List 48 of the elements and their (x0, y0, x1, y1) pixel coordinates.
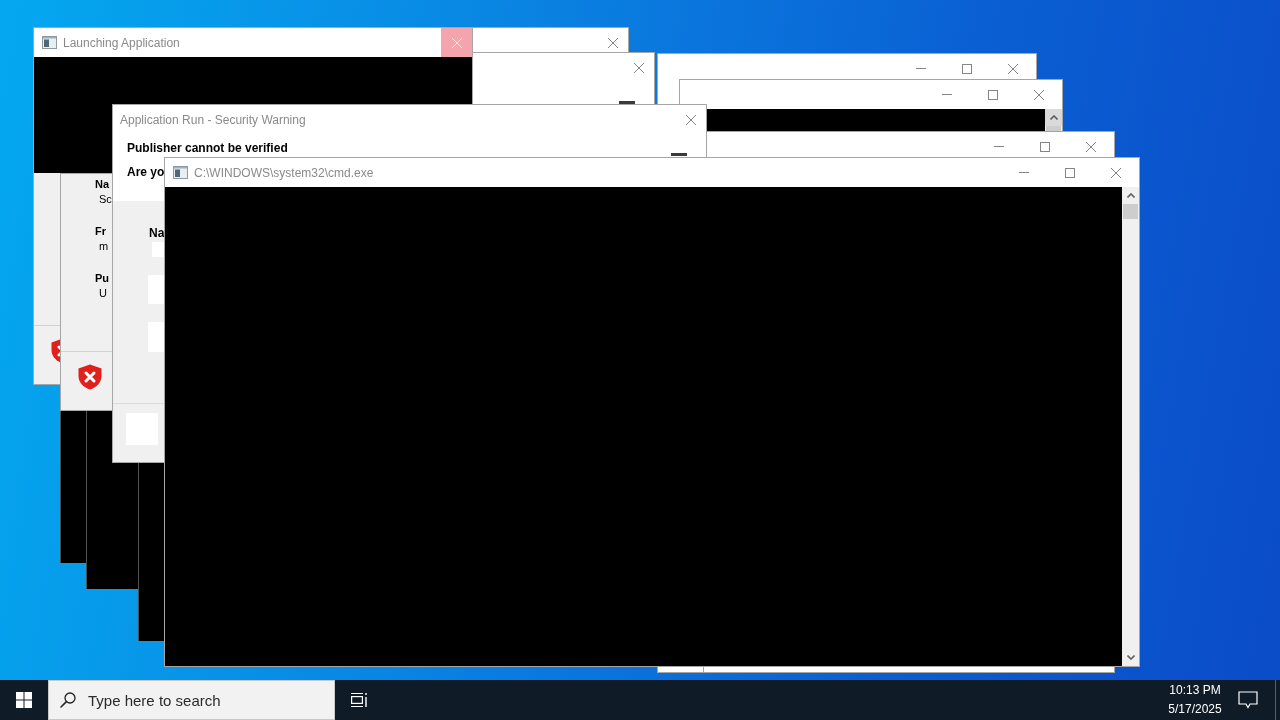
maximize-icon (1065, 167, 1075, 178)
shield-icon (78, 364, 102, 390)
close-icon (451, 37, 462, 48)
search-field[interactable]: Type here to search (48, 680, 335, 720)
close-icon (685, 114, 696, 125)
scrollbar-thumb[interactable] (1046, 126, 1061, 131)
field-label: Fr (95, 224, 106, 239)
windows-logo-icon (16, 692, 32, 708)
clock-button[interactable]: 10:13 PM 5/17/2025 (1157, 680, 1233, 720)
field-value: Sc (99, 192, 112, 207)
minimize-icon (994, 146, 1004, 147)
window-title: C:\WINDOWS\system32\cmd.exe (194, 165, 374, 180)
close-icon (607, 37, 618, 48)
search-icon (60, 692, 76, 708)
notification-icon (1238, 691, 1258, 709)
bar-fragment (671, 153, 687, 156)
scrollbar[interactable] (1045, 109, 1062, 131)
field-value: U (99, 286, 107, 301)
minimize-icon (942, 94, 952, 95)
window-title: Launching Application (63, 35, 180, 50)
close-icon (1034, 89, 1044, 100)
chevron-down-icon (1126, 655, 1135, 660)
close-button[interactable] (441, 28, 472, 57)
minimize-icon (916, 68, 926, 69)
task-view-icon (350, 692, 368, 708)
field-label: Na (149, 226, 165, 241)
maximize-icon (962, 63, 972, 74)
chevron-up-icon (1049, 115, 1058, 120)
scroll-up-button[interactable] (1045, 109, 1062, 126)
close-icon (1086, 141, 1096, 152)
field-label: Na (95, 177, 110, 192)
field-value: m (99, 239, 109, 254)
scrollbar[interactable] (1122, 187, 1139, 666)
warning-heading: Publisher cannot be verified (127, 141, 288, 156)
minimize-icon (1019, 172, 1029, 173)
chevron-up-icon (1126, 193, 1135, 198)
window-title: Application Run - Security Warning (120, 112, 306, 127)
maximize-icon (988, 89, 998, 100)
scrollbar-thumb[interactable] (1123, 204, 1138, 219)
bar-fragment (619, 101, 635, 104)
app-window-icon (42, 36, 57, 49)
maximize-icon (1040, 141, 1050, 152)
close-icon (1008, 63, 1018, 74)
close-icon (633, 62, 644, 73)
close-icon (1111, 167, 1121, 178)
field-label: Pu (95, 271, 110, 286)
warning-question: Are yo (127, 165, 165, 180)
app-window-icon (173, 166, 188, 179)
